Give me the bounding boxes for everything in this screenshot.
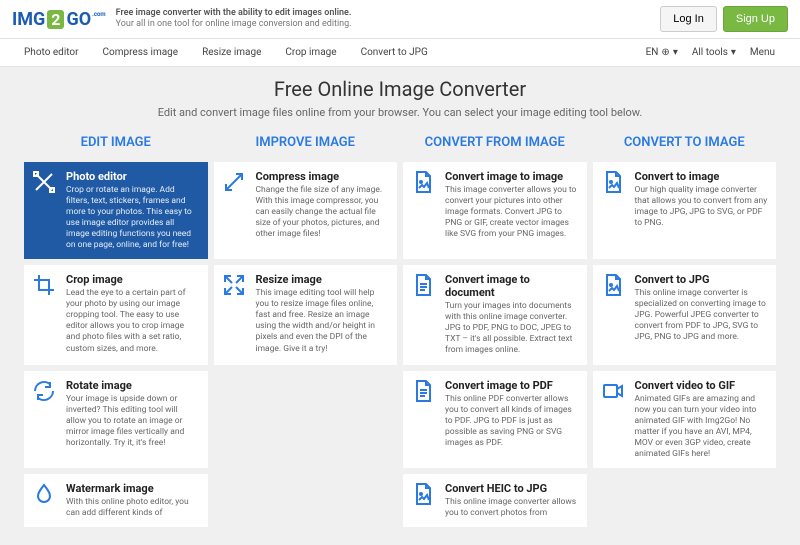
card-title: Convert video to GIF xyxy=(635,379,769,392)
card-title: Rotate image xyxy=(66,379,200,392)
page-title: Free Online Image Converter xyxy=(24,77,776,101)
card-desc: Our high quality image converter that al… xyxy=(635,185,769,229)
card-compress[interactable]: Compress image Change the file size of a… xyxy=(214,162,398,259)
logo-p1: IMG xyxy=(12,9,45,30)
col-head-improve: IMPROVE IMAGE xyxy=(214,129,398,156)
card-title: Convert to image xyxy=(635,170,769,183)
file-image-icon xyxy=(411,170,437,196)
menu-icon xyxy=(778,50,788,55)
crop-icon xyxy=(32,273,58,299)
tagline: Free image converter with the ability to… xyxy=(116,8,352,30)
chevron-down-icon: ▾ xyxy=(673,47,678,58)
card-desc: Animated GIFs are amazing and now you ca… xyxy=(635,394,769,460)
card-desc: Lead the eye to a certain part of your p… xyxy=(66,288,200,354)
card-title: Convert image to PDF xyxy=(445,379,579,392)
logo-dotcom: .com xyxy=(92,11,105,18)
expand-icon xyxy=(222,273,248,299)
card-title: Convert to JPG xyxy=(635,273,769,286)
card-desc: This image editing tool will help you to… xyxy=(256,288,390,354)
col-head-edit: EDIT IMAGE xyxy=(24,129,208,156)
card-title: Resize image xyxy=(256,273,390,286)
nav-convert-jpg[interactable]: Convert to JPG xyxy=(349,40,440,65)
globe-icon: ⊕ xyxy=(661,47,669,58)
card-convert-heic-jpg[interactable]: Convert HEIC to JPG This online image co… xyxy=(403,474,587,527)
card-convert-img-doc[interactable]: Convert image to document Turn your imag… xyxy=(403,265,587,364)
card-convert-to-image[interactable]: Convert to image Our high quality image … xyxy=(593,162,777,259)
logo[interactable]: IMG 2 GO .com xyxy=(12,9,106,30)
subnav: Photo editor Compress image Resize image… xyxy=(0,39,800,67)
card-resize[interactable]: Resize image This image editing tool wil… xyxy=(214,265,398,364)
alltools-dropdown[interactable]: All tools ▾ xyxy=(692,47,736,58)
main-content: Free Online Image Converter Edit and con… xyxy=(0,67,800,537)
card-convert-video-gif[interactable]: Convert video to GIF Animated GIFs are a… xyxy=(593,371,777,468)
card-desc: This online image converter allows you t… xyxy=(445,497,579,519)
menu-button[interactable]: Menu xyxy=(750,47,788,58)
file-pdf-icon xyxy=(411,379,437,405)
nav-resize[interactable]: Resize image xyxy=(190,40,273,65)
file-image-icon xyxy=(411,482,437,508)
card-title: Convert image to document xyxy=(445,273,579,299)
login-button[interactable]: Log In xyxy=(660,6,717,32)
col-head-convert-to: CONVERT TO IMAGE xyxy=(593,129,777,156)
col-head-convert-from: CONVERT FROM IMAGE xyxy=(403,129,587,156)
card-crop[interactable]: Crop image Lead the eye to a certain par… xyxy=(24,265,208,364)
tools-grid: EDIT IMAGE IMPROVE IMAGE CONVERT FROM IM… xyxy=(24,129,776,527)
card-title: Convert HEIC to JPG xyxy=(445,482,579,495)
lang-selector[interactable]: EN⊕▾ xyxy=(646,47,678,58)
card-desc: Change the file size of any image. With … xyxy=(256,185,390,240)
chevron-down-icon: ▾ xyxy=(731,47,736,58)
tagline-sub: Your all in one tool for online image co… xyxy=(116,19,352,30)
header-bar: IMG 2 GO .com Free image converter with … xyxy=(0,0,800,39)
card-convert-to-jpg[interactable]: Convert to JPG This online image convert… xyxy=(593,265,777,364)
nav-compress[interactable]: Compress image xyxy=(91,40,191,65)
drop-icon xyxy=(32,482,58,508)
card-watermark[interactable]: Watermark image With this online photo e… xyxy=(24,474,208,527)
card-rotate[interactable]: Rotate image Your image is upside down o… xyxy=(24,371,208,468)
page-subtitle: Edit and convert image files online from… xyxy=(24,106,776,119)
card-title: Crop image xyxy=(66,273,200,286)
video-icon xyxy=(601,379,627,405)
tagline-main: Free image converter with the ability to… xyxy=(116,8,352,19)
card-desc: This online image converter is specializ… xyxy=(635,288,769,343)
nav-photo-editor[interactable]: Photo editor xyxy=(12,40,91,65)
card-desc: Crop or rotate an image. Add filters, te… xyxy=(66,185,200,251)
compress-icon xyxy=(222,170,248,196)
file-image-icon xyxy=(601,170,627,196)
nav-crop[interactable]: Crop image xyxy=(273,40,348,65)
card-photo-editor[interactable]: Photo editor Crop or rotate an image. Ad… xyxy=(24,162,208,259)
card-desc: This image converter allows you to conve… xyxy=(445,185,579,240)
file-image-icon xyxy=(601,273,627,299)
card-convert-img-pdf[interactable]: Convert image to PDF This online PDF con… xyxy=(403,371,587,468)
card-convert-img-img[interactable]: Convert image to image This image conver… xyxy=(403,162,587,259)
card-title: Photo editor xyxy=(66,170,200,183)
signup-button[interactable]: Sign Up xyxy=(723,6,788,32)
card-desc: Turn your images into documents with thi… xyxy=(445,301,579,356)
logo-p3: GO xyxy=(66,9,91,30)
crossed-tools-icon xyxy=(32,170,58,196)
card-title: Compress image xyxy=(256,170,390,183)
card-title: Convert image to image xyxy=(445,170,579,183)
logo-p2: 2 xyxy=(47,10,64,29)
card-desc: Your image is upside down or inverted? T… xyxy=(66,394,200,449)
card-title: Watermark image xyxy=(66,482,200,495)
file-doc-icon xyxy=(411,273,437,299)
card-desc: This online PDF converter allows you to … xyxy=(445,394,579,449)
card-desc: With this online photo editor, you can a… xyxy=(66,497,200,519)
rotate-icon xyxy=(32,379,58,405)
